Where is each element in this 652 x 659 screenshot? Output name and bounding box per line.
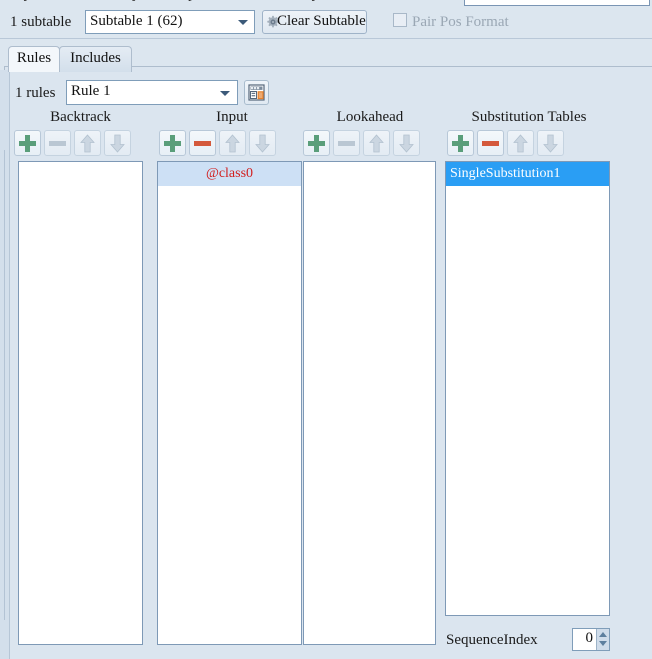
column-header-lookahead: Lookahead [336, 109, 404, 125]
arrow-down-icon [255, 134, 270, 153]
backtrack-add-button[interactable] [14, 130, 41, 156]
lookahead-add-button[interactable] [303, 130, 330, 156]
arrow-down-icon [543, 134, 558, 153]
backtrack-move-down-button[interactable] [104, 130, 131, 156]
rules-count-label: 1 rules [15, 85, 56, 101]
arrow-down-icon [110, 134, 125, 153]
minus-icon [49, 141, 66, 146]
plus-icon-stem [25, 135, 30, 152]
spinner-down-icon[interactable] [599, 641, 607, 646]
plus-icon-stem [314, 135, 319, 152]
sequence-index-spin-buttons[interactable] [596, 629, 609, 650]
backtrack-move-up-button[interactable] [74, 130, 101, 156]
input-remove-button[interactable] [189, 130, 216, 156]
subtable-count-label: 1 subtable [10, 14, 72, 30]
arrow-down-icon [399, 134, 414, 153]
rule-table-editor-button[interactable] [244, 80, 269, 105]
arrow-up-icon [369, 134, 384, 153]
chevron-down-icon [220, 91, 230, 96]
rule-select-value: Rule 1 [71, 83, 111, 99]
pair-pos-format-label: Pair Pos Format [412, 14, 509, 30]
spinner-up-icon[interactable] [599, 632, 607, 637]
lookahead-move-up-button[interactable] [363, 130, 390, 156]
clipped-text-4: _ty [300, 0, 319, 3]
list-item[interactable]: @class0 [158, 162, 301, 186]
clipped-text-1: _ty [12, 0, 31, 3]
clear-subtable-button[interactable]: Clear Subtable [262, 10, 367, 34]
arrow-up-icon [513, 134, 528, 153]
backtrack-remove-button[interactable] [44, 130, 71, 156]
clipped-text-2: ty_ [128, 0, 147, 3]
table-editor-icon [248, 84, 265, 101]
input-move-down-button[interactable] [249, 130, 276, 156]
lookahead-remove-button[interactable] [333, 130, 360, 156]
tab-includes[interactable]: Includes [59, 46, 132, 72]
minus-icon [194, 141, 211, 146]
minus-icon [338, 141, 355, 146]
substitution-move-up-button[interactable] [507, 130, 534, 156]
lookahead-list[interactable] [303, 161, 436, 645]
splitter-grip [4, 150, 5, 620]
column-header-backtrack: Backtrack [50, 109, 111, 125]
list-item[interactable]: SingleSubstitution1 [446, 162, 609, 186]
splitter-handle[interactable] [0, 70, 10, 659]
lookahead-move-down-button[interactable] [393, 130, 420, 156]
rule-select[interactable]: Rule 1 [66, 80, 238, 105]
input-add-button[interactable] [159, 130, 186, 156]
column-header-substitution-tables: Substitution Tables [471, 109, 587, 125]
sequence-index-value: 0 [585, 630, 594, 646]
column-header-input: Input [216, 109, 248, 125]
backtrack-list[interactable] [18, 161, 143, 645]
input-list[interactable]: @class0 [157, 161, 302, 645]
minus-icon [482, 141, 499, 146]
substitution-move-down-button[interactable] [537, 130, 564, 156]
sequence-index-stepper[interactable]: 0 [572, 628, 610, 651]
tab-strip-divider [0, 38, 652, 39]
pair-pos-format-checkbox[interactable] [393, 13, 407, 27]
arrow-up-icon [225, 134, 240, 153]
substitution-tables-list[interactable]: SingleSubstitution1 [445, 161, 610, 616]
clipped-text-3: p_ [188, 0, 203, 3]
substitution-add-button[interactable] [447, 130, 474, 156]
chevron-down-icon [238, 20, 248, 25]
subtable-select-value: Subtable 1 (62) [90, 13, 183, 29]
plus-icon-stem [170, 135, 175, 152]
sequence-index-label: SequenceIndex [446, 632, 538, 648]
substitution-remove-button[interactable] [477, 130, 504, 156]
subtable-toolbar: 1 subtable Subtable 1 (62) Clear Subtabl… [0, 6, 652, 38]
clear-subtable-button-label: Clear Subtable [277, 13, 366, 29]
tab-rules[interactable]: Rules [8, 46, 60, 72]
tab-strip: Rules Includes [0, 38, 652, 72]
arrow-up-icon [80, 134, 95, 153]
subtable-select[interactable]: Subtable 1 (62) [85, 10, 255, 34]
plus-icon-stem [458, 135, 463, 152]
input-move-up-button[interactable] [219, 130, 246, 156]
